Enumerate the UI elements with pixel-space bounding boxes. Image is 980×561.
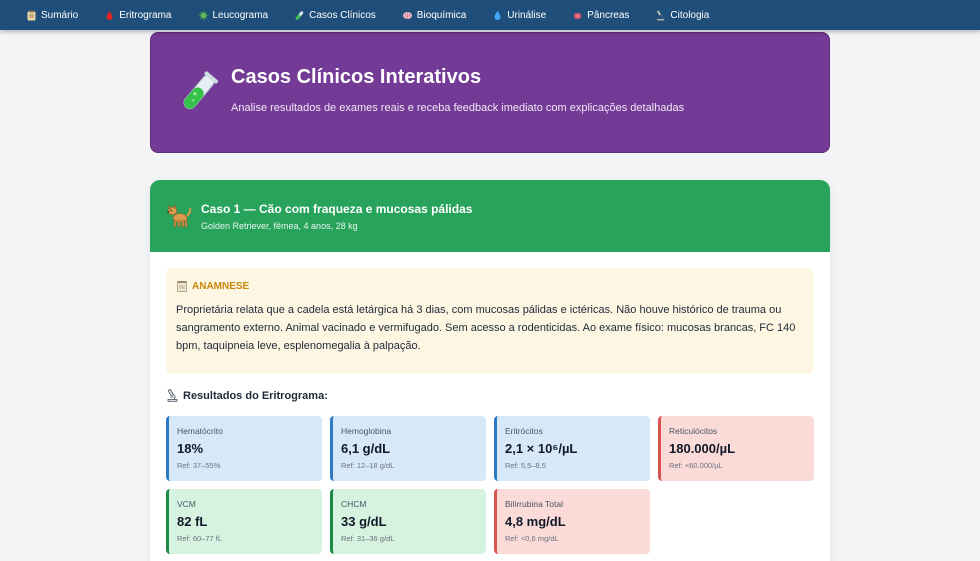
- result-card-chcm: CHCM 33 g/dL Ref: 31–36 g/dL: [330, 489, 486, 554]
- organ-icon: [572, 10, 583, 21]
- result-label: Hemoglobina: [341, 426, 392, 436]
- brain-icon: [402, 10, 413, 21]
- result-card-vcm: VCM 82 fL Ref: 60–77 fL: [166, 489, 322, 554]
- result-reference: Ref: 60–77 fL: [177, 534, 223, 543]
- anamnese-label: ANAMNESE: [192, 280, 250, 292]
- nav-item-urinalise[interactable]: Urinálise: [492, 10, 546, 21]
- result-label: Eritrócitos: [505, 426, 543, 436]
- water-drop-icon: [492, 10, 503, 21]
- nav-item-label: Urinálise: [507, 9, 547, 21]
- result-label: VCM: [177, 499, 196, 509]
- notepad-icon: [176, 280, 188, 292]
- top-nav: Sumário Eritrograma Leucograma Casos Clí…: [0, 0, 980, 30]
- result-value: 180.000/µL: [669, 441, 736, 456]
- page-subtitle: Analise resultados de exames reais e rec…: [231, 102, 685, 114]
- test-tube-icon: [294, 10, 305, 21]
- test-tube-icon: [179, 70, 219, 114]
- nav-item-label: Casos Clínicos: [309, 9, 376, 21]
- nav-item-label: Eritrograma: [119, 9, 172, 21]
- nav-item-citologia[interactable]: Citologia: [655, 9, 710, 21]
- blood-drop-icon: [104, 10, 115, 21]
- result-value: 82 fL: [177, 514, 208, 529]
- result-reference: Ref: 31–36 g/dL: [341, 534, 395, 543]
- result-label: CHCM: [341, 499, 367, 509]
- nav-item-bioquimica[interactable]: Bioquímica: [402, 10, 466, 21]
- nav-item-label: Citologia: [670, 9, 710, 21]
- result-card-eritrocitos: Eritrócitos 2,1 × 10⁶/µL Ref: 5,5–8,5: [494, 416, 650, 481]
- clipboard-icon: [26, 10, 37, 21]
- microscope-icon: [655, 9, 666, 21]
- anamnese-heading: ANAMNESE: [176, 280, 249, 292]
- result-value: 2,1 × 10⁶/µL: [505, 441, 578, 456]
- results-title: Resultados do Eritrograma:: [183, 389, 328, 402]
- result-card-hematocrito: Hematócrito 18% Ref: 37–55%: [166, 416, 322, 481]
- result-card-bilirrubina: Bilirrubina Total 4,8 mg/dL Ref: <0,6 mg…: [494, 489, 650, 554]
- anamnese-box: ANAMNESE Proprietária relata que a cadel…: [166, 268, 814, 374]
- result-reference: Ref: <0,6 mg/dL: [505, 534, 559, 543]
- page-title: Casos Clínicos Interativos: [231, 66, 482, 88]
- result-value: 33 g/dL: [341, 514, 387, 529]
- microbe-icon: [198, 10, 209, 21]
- result-reference: Ref: 37–55%: [177, 461, 221, 470]
- result-value: 4,8 mg/dL: [505, 514, 566, 529]
- nav-item-label: Sumário: [41, 9, 79, 21]
- result-reference: Ref: 5,5–8,5: [505, 461, 546, 470]
- case-header: Caso 1 — Cão com fraqueza e mucosas páli…: [150, 180, 830, 252]
- result-label: Hematócrito: [177, 426, 223, 436]
- nav-item-label: Leucograma: [212, 9, 269, 21]
- nav-item-eritrograma[interactable]: Eritrograma: [104, 9, 172, 21]
- nav-item-sumario[interactable]: Sumário: [26, 10, 78, 21]
- result-card-reticulocitos: Reticulócitos 180.000/µL Ref: <60.000/µL: [658, 416, 814, 481]
- result-value: 6,1 g/dL: [341, 441, 391, 456]
- dog-icon: [165, 201, 193, 229]
- results-heading: Resultados do Eritrograma:: [166, 388, 328, 402]
- nav-item-leucograma[interactable]: Leucograma: [198, 9, 269, 21]
- anamnese-text: Proprietária relata que a cadela está le…: [176, 304, 796, 352]
- result-label: Bilirrubina Total: [505, 499, 563, 509]
- nav-item-pancreas[interactable]: Pâncreas: [572, 10, 629, 21]
- result-card-hemoglobina: Hemoglobina 6,1 g/dL Ref: 12–18 g/dL: [330, 416, 486, 481]
- nav-item-label: Bioquímica: [416, 9, 467, 21]
- result-value: 18%: [177, 441, 204, 456]
- nav-item-casos-clinicos[interactable]: Casos Clínicos: [294, 10, 376, 21]
- case-title: Caso 1 — Cão com fraqueza e mucosas páli…: [201, 202, 473, 216]
- case-patient-info: Golden Retriever, fêmea, 4 anos, 28 kg: [201, 221, 358, 231]
- nav-item-label: Pâncreas: [587, 9, 630, 21]
- microscope-icon: [166, 388, 179, 402]
- result-reference: Ref: <60.000/µL: [669, 461, 723, 470]
- result-label: Reticulócitos: [669, 426, 718, 436]
- hero-banner: Casos Clínicos Interativos Analise resul…: [150, 32, 830, 153]
- case-card: Caso 1 — Cão com fraqueza e mucosas páli…: [150, 180, 830, 561]
- result-reference: Ref: 12–18 g/dL: [341, 461, 395, 470]
